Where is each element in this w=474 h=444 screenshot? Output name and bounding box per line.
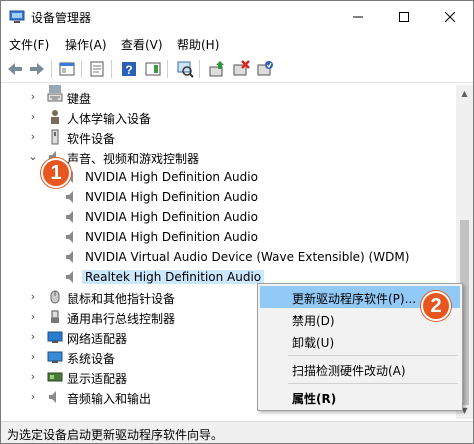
tree-row-audio-device[interactable]: NVIDIA High Definition Audio	[1, 187, 456, 207]
speaker-icon	[63, 269, 79, 285]
tree-item-label: NVIDIA Virtual Audio Device (Wave Extens…	[85, 250, 410, 264]
tree-item-label: 声音、视频和游戏控制器	[67, 152, 200, 166]
toolbar: ?	[1, 55, 473, 83]
mouse-icon	[47, 289, 63, 305]
help-icon[interactable]: ?	[119, 59, 139, 79]
keyboard-icon	[47, 89, 63, 105]
context-separator	[288, 355, 458, 356]
expand-chevron-icon[interactable]: ›	[27, 350, 39, 364]
show-hide-console-tree-icon[interactable]	[57, 59, 77, 79]
expand-chevron-icon[interactable]: ›	[27, 370, 39, 384]
usb-icon	[47, 309, 63, 325]
speaker-icon	[63, 229, 79, 245]
context-separator	[288, 383, 458, 384]
title-bar[interactable]: 设备管理器	[1, 1, 473, 33]
minimize-button[interactable]	[335, 1, 381, 33]
tree-row-sound[interactable]: ⌄ 声音、视频和游戏控制器	[1, 147, 456, 167]
toolbar-separator	[167, 60, 168, 78]
tree-item-label: 显示适配器	[67, 372, 128, 386]
expand-chevron-icon[interactable]: ›	[27, 330, 39, 344]
system-device-icon	[47, 349, 63, 365]
expand-chevron-icon[interactable]: ›	[27, 310, 39, 324]
status-bar: 为选定设备启动更新驱动程序软件向导。	[1, 421, 473, 443]
context-item-uninstall[interactable]: 卸载(U)	[260, 330, 460, 352]
tree-row-audio-device[interactable]: NVIDIA High Definition Audio	[1, 227, 456, 247]
tree-item-label: NVIDIA High Definition Audio	[85, 210, 258, 224]
speaker-icon	[63, 189, 79, 205]
hid-icon	[47, 109, 63, 125]
svg-text:?: ?	[125, 63, 132, 77]
speaker-icon	[63, 249, 79, 265]
tree-row-audio-device[interactable]: NVIDIA Virtual Audio Device (Wave Extens…	[1, 247, 456, 267]
context-item-properties[interactable]: 属性(R)	[260, 386, 460, 408]
tree-item-label: 软件设备	[67, 132, 116, 146]
toolbar-separator	[81, 60, 82, 78]
tree-row-audio-device[interactable]: NVIDIA High Definition Audio	[1, 207, 456, 227]
maximize-button[interactable]	[381, 1, 427, 33]
action-pane-icon[interactable]	[143, 59, 163, 79]
close-icon	[445, 12, 455, 22]
context-item-label: 禁用(D)	[292, 314, 335, 328]
tree-item-label: NVIDIA High Definition Audio	[85, 230, 258, 244]
back-icon[interactable]	[5, 59, 25, 79]
context-item-scan-hardware[interactable]: 扫描检测硬件改动(A)	[260, 358, 460, 380]
disable-device-icon[interactable]	[231, 59, 251, 79]
forward-icon[interactable]	[27, 59, 47, 79]
toolbar-separator	[111, 60, 112, 78]
tree-item-label: 通用串行总线控制器	[67, 312, 176, 326]
status-text: 为选定设备启动更新驱动程序软件向导。	[7, 428, 224, 442]
menu-action[interactable]: 操作(A)	[65, 36, 107, 53]
tree-item-label: 键盘	[67, 92, 92, 106]
audio-io-icon	[47, 389, 63, 405]
context-item-label: 属性(R)	[292, 392, 337, 406]
toolbar-separator	[199, 60, 200, 78]
device-manager-icon	[9, 10, 25, 24]
tree-row-keyboard[interactable]: › 键盘	[1, 87, 456, 107]
context-item-label: 更新驱动程序软件(P)...	[292, 292, 417, 306]
speaker-icon	[63, 209, 79, 225]
tree-item-label: 人体学输入设备	[67, 112, 152, 126]
tree-item-label: NVIDIA High Definition Audio	[85, 170, 258, 184]
step-badge-2: 2	[421, 291, 451, 321]
update-driver-icon[interactable]	[207, 59, 227, 79]
network-adapter-icon	[47, 329, 63, 345]
tree-item-label: 系统设备	[67, 352, 116, 366]
device-manager-window: 设备管理器 文件(F) 操作(A) 查看(V) 帮助(H) ? › 键盘 › 人…	[0, 0, 474, 444]
menu-bar: 文件(F) 操作(A) 查看(V) 帮助(H)	[1, 33, 473, 55]
properties-icon[interactable]	[87, 59, 107, 79]
context-item-label: 卸载(U)	[292, 336, 335, 350]
context-item-label: 扫描检测硬件改动(A)	[292, 364, 406, 378]
minimize-icon	[353, 16, 363, 18]
expand-chevron-icon[interactable]: ›	[27, 110, 39, 124]
step-badge-1: 1	[41, 158, 71, 188]
maximize-icon	[399, 12, 409, 22]
tree-row-software[interactable]: › 软件设备	[1, 127, 456, 147]
toolbar-separator	[51, 60, 52, 78]
tree-item-label: NVIDIA High Definition Audio	[85, 190, 258, 204]
enable-device-icon[interactable]	[255, 59, 275, 79]
expand-chevron-icon[interactable]: ›	[27, 90, 39, 104]
tree-item-label: 网络适配器	[67, 332, 128, 346]
menu-help[interactable]: 帮助(H)	[177, 36, 219, 53]
window-title: 设备管理器	[31, 11, 92, 25]
close-button[interactable]	[427, 1, 473, 33]
scan-hardware-icon[interactable]	[175, 59, 195, 79]
tree-item-label: 鼠标和其他指针设备	[67, 292, 176, 306]
menu-file[interactable]: 文件(F)	[9, 36, 49, 53]
expand-chevron-icon[interactable]: ›	[27, 130, 39, 144]
software-device-icon	[47, 129, 63, 145]
menu-view[interactable]: 查看(V)	[121, 36, 163, 53]
expand-chevron-icon[interactable]: ›	[27, 390, 39, 404]
scroll-up-arrow-icon[interactable]: ▲	[456, 85, 473, 102]
tree-row-hid[interactable]: › 人体学输入设备	[1, 107, 456, 127]
display-adapter-icon	[47, 369, 63, 385]
collapse-chevron-icon[interactable]: ⌄	[27, 150, 39, 164]
tree-item-label: Realtek High Definition Audio	[82, 270, 265, 284]
expand-chevron-icon[interactable]: ›	[27, 290, 39, 304]
tree-item-label: 音频输入和输出	[67, 392, 152, 406]
